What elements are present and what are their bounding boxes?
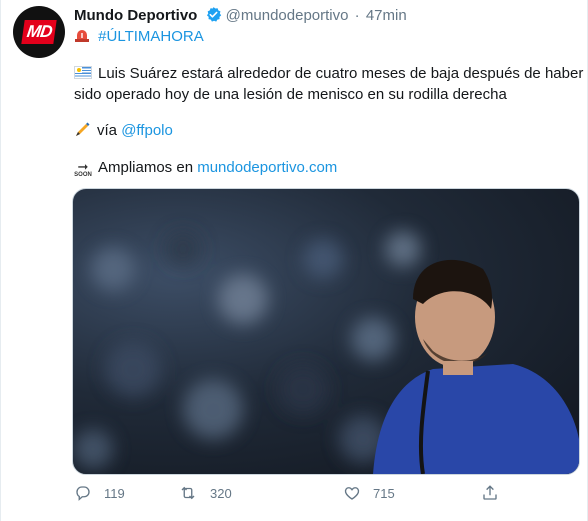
tweet-header: Mundo Deportivo @mundodeportivo · 47min bbox=[74, 6, 407, 29]
retweet-icon bbox=[181, 486, 195, 500]
ampliamos-prefix: Ampliamos en bbox=[98, 159, 198, 176]
share-button[interactable] bbox=[481, 484, 511, 502]
tweet-text-line-2: sido operado hoy de una lesión de menisc… bbox=[74, 86, 507, 103]
tweet-text-line-1: Luis Suárez estará alrededor de cuatro m… bbox=[74, 64, 583, 84]
uruguay-flag-icon bbox=[74, 66, 92, 79]
siren-icon bbox=[74, 27, 90, 49]
photo-illustration bbox=[73, 231, 579, 474]
verified-badge-icon bbox=[205, 6, 222, 29]
tweet-actions: 119 320 715 bbox=[74, 484, 514, 506]
via-mention-link[interactable]: @ffpolo bbox=[121, 122, 173, 139]
tweet-text-1: Luis Suárez estará alrededor de cuatro m… bbox=[98, 65, 584, 82]
avatar-logo: MD bbox=[21, 20, 57, 44]
reply-icon bbox=[76, 486, 90, 501]
ampliamos-line: ➞ SOON Ampliamos en mundodeportivo.com bbox=[74, 158, 337, 179]
timeline-border-left bbox=[0, 0, 1, 521]
hashtag-line: #ÚLTIMAHORA bbox=[74, 27, 204, 49]
via-line: vía @ffpolo bbox=[74, 121, 173, 144]
tweet-timestamp[interactable]: 47min bbox=[366, 7, 407, 24]
author-handle[interactable]: @mundodeportivo bbox=[226, 7, 349, 24]
reply-button[interactable]: 119 bbox=[74, 484, 125, 502]
mundodeportivo-link[interactable]: mundodeportivo.com bbox=[197, 159, 337, 176]
via-prefix: vía bbox=[97, 122, 122, 139]
heart-icon bbox=[344, 487, 360, 500]
hashtag-link[interactable]: #ÚLTIMAHORA bbox=[98, 28, 204, 45]
writing-hand-icon bbox=[74, 121, 91, 144]
tweet-photo[interactable] bbox=[72, 188, 580, 475]
author-name[interactable]: Mundo Deportivo bbox=[74, 7, 197, 24]
retweet-button[interactable]: 320 bbox=[178, 484, 232, 502]
reply-count: 119 bbox=[104, 485, 125, 501]
separator-dot: · bbox=[354, 7, 360, 24]
like-count: 715 bbox=[373, 485, 395, 501]
avatar[interactable]: MD bbox=[13, 6, 65, 58]
retweet-count: 320 bbox=[210, 485, 232, 501]
like-button[interactable]: 715 bbox=[343, 484, 395, 502]
soon-arrow-icon: ➞ SOON bbox=[74, 159, 92, 178]
share-icon bbox=[483, 485, 497, 500]
